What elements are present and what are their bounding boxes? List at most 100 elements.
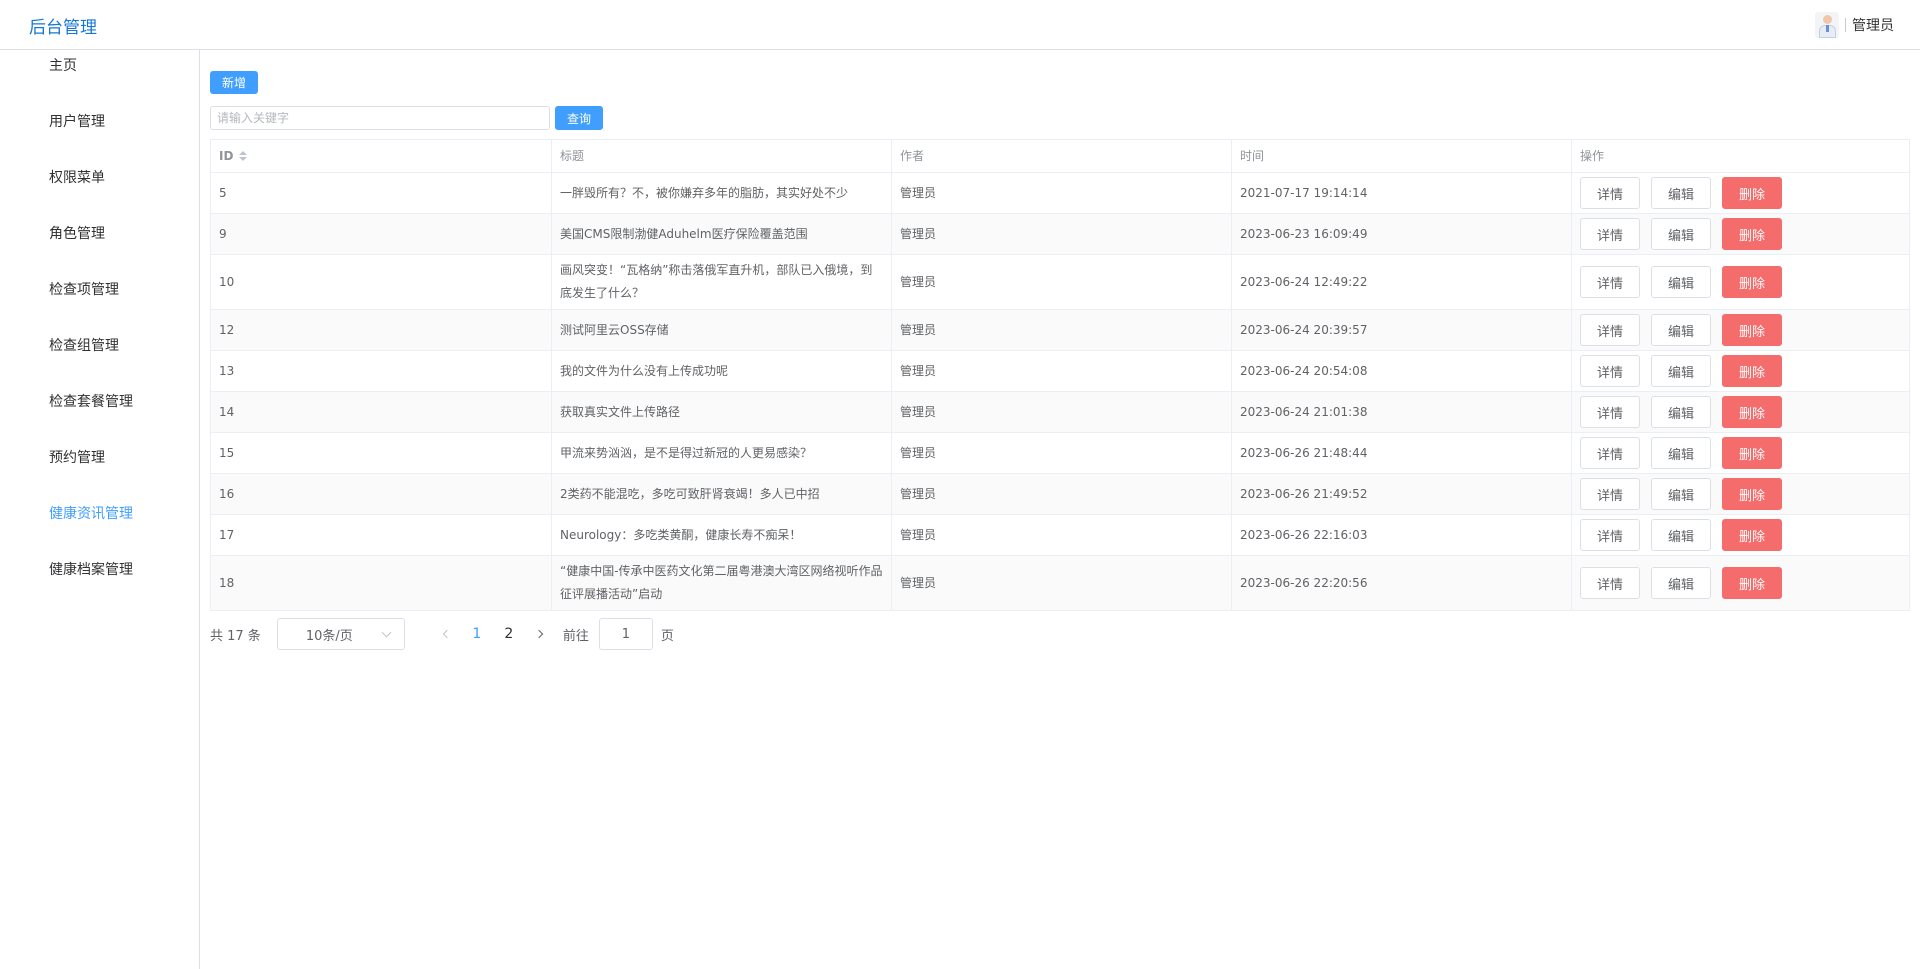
- edit-button[interactable]: 编辑: [1651, 177, 1711, 209]
- delete-button[interactable]: 删除: [1722, 266, 1782, 298]
- edit-button[interactable]: 编辑: [1651, 478, 1711, 510]
- detail-button[interactable]: 详情: [1580, 478, 1640, 510]
- table-row: 15 甲流来势汹汹，是不是得过新冠的人更易感染？ 管理员 2023-06-26 …: [211, 433, 1909, 474]
- row-time: 2023-06-24 20:39:57: [1232, 310, 1572, 350]
- row-actions: 详情 编辑 删除: [1572, 173, 1909, 213]
- edit-button[interactable]: 编辑: [1651, 218, 1711, 250]
- user-name[interactable]: 管理员: [1852, 15, 1894, 35]
- detail-button[interactable]: 详情: [1580, 519, 1640, 551]
- delete-button[interactable]: 删除: [1722, 177, 1782, 209]
- detail-button[interactable]: 详情: [1580, 437, 1640, 469]
- query-button[interactable]: 查询: [555, 106, 603, 130]
- user-separator: [1845, 18, 1846, 32]
- row-actions: 详情 编辑 删除: [1572, 255, 1909, 309]
- row-id: 15: [211, 433, 552, 473]
- sidebar-item-appointments[interactable]: 预约管理: [49, 448, 105, 468]
- row-author: 管理员: [892, 433, 1232, 473]
- column-header-author: 作者: [892, 140, 1232, 172]
- pagination: 共 17 条 10条/页 1 2 前往 页: [210, 618, 674, 650]
- news-table: ID 标题 作者 时间 操作 5 一胖毁所有？不，被你嫌弃多年的脂肪，其实好处不…: [210, 139, 1910, 611]
- row-id: 18: [211, 556, 552, 610]
- sidebar-item-permissions[interactable]: 权限菜单: [49, 168, 105, 188]
- detail-button[interactable]: 详情: [1580, 177, 1640, 209]
- table-row: 17 Neurology：多吃类黄酮，健康长寿不痴呆！ 管理员 2023-06-…: [211, 515, 1909, 556]
- sidebar-item-check-items[interactable]: 检查项管理: [49, 280, 119, 300]
- row-author: 管理员: [892, 474, 1232, 514]
- delete-button[interactable]: 删除: [1722, 314, 1782, 346]
- row-title: 一胖毁所有？不，被你嫌弃多年的脂肪，其实好处不少: [552, 173, 892, 213]
- detail-button[interactable]: 详情: [1580, 218, 1640, 250]
- page-number-2[interactable]: 2: [493, 618, 525, 650]
- row-author: 管理员: [892, 392, 1232, 432]
- row-time: 2023-06-24 20:54:08: [1232, 351, 1572, 391]
- row-title: 测试阿里云OSS存储: [552, 310, 892, 350]
- edit-button[interactable]: 编辑: [1651, 437, 1711, 469]
- delete-button[interactable]: 删除: [1722, 567, 1782, 599]
- table-row: 10 画风突变！“瓦格纳”称击落俄军直升机，部队已入俄境，到底发生了什么？ 管理…: [211, 255, 1909, 310]
- prev-page-button[interactable]: [433, 618, 461, 650]
- row-id: 12: [211, 310, 552, 350]
- row-time: 2023-06-24 12:49:22: [1232, 255, 1572, 309]
- edit-button[interactable]: 编辑: [1651, 396, 1711, 428]
- detail-button[interactable]: 详情: [1580, 266, 1640, 298]
- sidebar-item-health-records[interactable]: 健康档案管理: [49, 560, 133, 580]
- row-author: 管理员: [892, 255, 1232, 309]
- top-header: 后台管理 管理员: [0, 0, 1920, 50]
- row-author: 管理员: [892, 214, 1232, 254]
- next-page-button[interactable]: [525, 618, 553, 650]
- edit-button[interactable]: 编辑: [1651, 355, 1711, 387]
- sidebar-item-home[interactable]: 主页: [49, 56, 77, 76]
- page-number-1[interactable]: 1: [461, 618, 493, 650]
- sidebar: 主页 用户管理 权限菜单 角色管理 检查项管理 检查组管理 检查套餐管理 预约管…: [0, 50, 200, 969]
- row-author: 管理员: [892, 351, 1232, 391]
- row-actions: 详情 编辑 删除: [1572, 392, 1909, 432]
- column-header-actions: 操作: [1580, 148, 1605, 163]
- table-row: 14 获取真实文件上传路径 管理员 2023-06-24 21:01:38 详情…: [211, 392, 1909, 433]
- page-size-select[interactable]: 10条/页: [276, 618, 405, 650]
- total-count: 共 17 条: [210, 628, 261, 644]
- row-time: 2023-06-26 22:16:03: [1232, 515, 1572, 555]
- detail-button[interactable]: 详情: [1580, 396, 1640, 428]
- sidebar-item-health-news[interactable]: 健康资讯管理: [49, 504, 133, 524]
- row-time: 2023-06-24 21:01:38: [1232, 392, 1572, 432]
- row-title: 2类药不能混吃，多吃可致肝肾衰竭！多人已中招: [552, 474, 892, 514]
- detail-button[interactable]: 详情: [1580, 567, 1640, 599]
- add-button[interactable]: 新增: [210, 71, 258, 94]
- edit-button[interactable]: 编辑: [1651, 266, 1711, 298]
- row-actions: 详情 编辑 删除: [1572, 474, 1909, 514]
- sidebar-item-check-groups[interactable]: 检查组管理: [49, 336, 119, 356]
- sidebar-item-users[interactable]: 用户管理: [49, 112, 105, 132]
- edit-button[interactable]: 编辑: [1651, 567, 1711, 599]
- sidebar-item-roles[interactable]: 角色管理: [49, 224, 105, 244]
- user-menu[interactable]: 管理员: [1815, 12, 1894, 38]
- delete-button[interactable]: 删除: [1722, 478, 1782, 510]
- detail-button[interactable]: 详情: [1580, 314, 1640, 346]
- column-header-id[interactable]: ID: [211, 140, 552, 172]
- row-id: 17: [211, 515, 552, 555]
- sort-icon[interactable]: [239, 151, 248, 161]
- chevron-down-icon: [381, 627, 392, 637]
- row-author: 管理员: [892, 310, 1232, 350]
- column-header-title: 标题: [552, 140, 892, 172]
- row-id: 14: [211, 392, 552, 432]
- delete-button[interactable]: 删除: [1722, 519, 1782, 551]
- chevron-left-icon: [442, 629, 452, 639]
- brand-title[interactable]: 后台管理: [29, 13, 97, 38]
- edit-button[interactable]: 编辑: [1651, 314, 1711, 346]
- edit-button[interactable]: 编辑: [1651, 519, 1711, 551]
- detail-button[interactable]: 详情: [1580, 355, 1640, 387]
- row-id: 5: [211, 173, 552, 213]
- goto-suffix: 页: [660, 628, 674, 644]
- delete-button[interactable]: 删除: [1722, 437, 1782, 469]
- page-size-value: 10条/页: [305, 628, 353, 644]
- delete-button[interactable]: 删除: [1722, 218, 1782, 250]
- delete-button[interactable]: 删除: [1722, 396, 1782, 428]
- row-title: 画风突变！“瓦格纳”称击落俄军直升机，部队已入俄境，到底发生了什么？: [552, 255, 892, 309]
- goto-page-input[interactable]: [598, 618, 653, 650]
- delete-button[interactable]: 删除: [1722, 355, 1782, 387]
- sidebar-item-check-packages[interactable]: 检查套餐管理: [49, 392, 133, 412]
- row-actions: 详情 编辑 删除: [1572, 310, 1909, 350]
- search-input[interactable]: [210, 106, 550, 130]
- table-row: 13 我的文件为什么没有上传成功呢 管理员 2023-06-24 20:54:0…: [211, 351, 1909, 392]
- user-avatar-icon[interactable]: [1815, 12, 1839, 38]
